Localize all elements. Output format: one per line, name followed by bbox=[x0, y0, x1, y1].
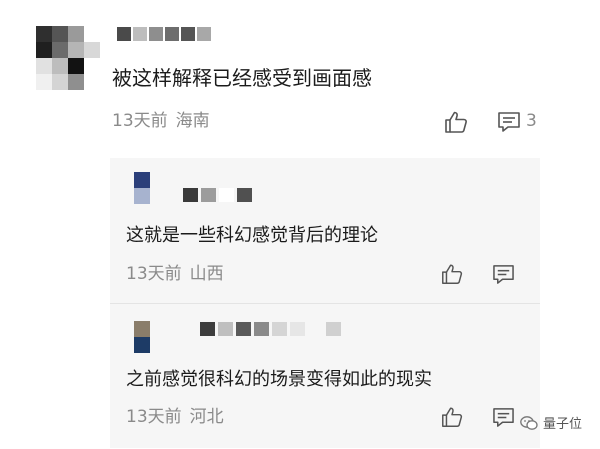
avatar-mosaic-cell bbox=[134, 188, 150, 204]
comment-meta: 13天前 海南 bbox=[112, 110, 210, 132]
avatar-mosaic-cell bbox=[36, 58, 52, 74]
name-mosaic-cell bbox=[308, 322, 323, 336]
avatar-mosaic-cell bbox=[36, 42, 52, 58]
comment-time: 13天前 bbox=[112, 111, 168, 131]
reply-text: 这就是一些科幻感觉背后的理论 bbox=[126, 225, 378, 246]
avatar-mosaic-cell bbox=[52, 42, 68, 58]
wechat-logo-icon bbox=[520, 415, 538, 430]
reply-user-name[interactable] bbox=[200, 322, 341, 336]
speech-bubble-icon[interactable] bbox=[492, 264, 515, 285]
speech-bubble-icon[interactable] bbox=[492, 407, 515, 428]
watermark-text: 量子位 bbox=[543, 417, 583, 432]
name-mosaic-cell bbox=[237, 188, 252, 202]
reply-avatar[interactable] bbox=[134, 172, 150, 204]
avatar-mosaic-cell bbox=[36, 26, 52, 42]
avatar-mosaic-cell bbox=[68, 74, 84, 90]
avatar-mosaic-cell bbox=[134, 337, 150, 353]
reply-meta: 13天前 河北 bbox=[126, 406, 224, 428]
name-mosaic-cell bbox=[181, 27, 195, 41]
avatar-mosaic-cell bbox=[84, 74, 100, 90]
name-mosaic-cell bbox=[219, 188, 234, 202]
reply-avatar[interactable] bbox=[134, 321, 150, 353]
name-mosaic-cell bbox=[272, 322, 287, 336]
avatar-mosaic-cell bbox=[134, 172, 150, 188]
commenter-avatar[interactable] bbox=[36, 26, 100, 90]
name-mosaic-cell bbox=[149, 27, 163, 41]
avatar-mosaic-cell bbox=[52, 26, 68, 42]
reply-location: 河北 bbox=[189, 407, 224, 427]
avatar-mosaic-cell bbox=[68, 58, 84, 74]
thumbs-up-icon[interactable] bbox=[440, 262, 464, 286]
name-mosaic-cell bbox=[254, 322, 269, 336]
reply-user-name[interactable] bbox=[183, 188, 252, 202]
name-mosaic-cell bbox=[200, 322, 215, 336]
name-mosaic-cell bbox=[236, 322, 251, 336]
avatar-mosaic-cell bbox=[84, 42, 100, 58]
avatar-mosaic-cell bbox=[68, 42, 84, 58]
reply-divider bbox=[110, 303, 540, 304]
name-mosaic-cell bbox=[290, 322, 305, 336]
name-mosaic-cell bbox=[201, 188, 216, 202]
name-mosaic-cell bbox=[218, 322, 233, 336]
reply-text: 之前感觉很科幻的场景变得如此的现实 bbox=[126, 369, 432, 390]
thumbs-up-icon[interactable] bbox=[440, 405, 464, 429]
reply-count[interactable]: 3 bbox=[526, 110, 537, 132]
name-mosaic-cell bbox=[117, 27, 131, 41]
avatar-mosaic-cell bbox=[84, 26, 100, 42]
avatar-mosaic-cell bbox=[84, 58, 100, 74]
name-mosaic-cell bbox=[133, 27, 147, 41]
watermark: 量子位 bbox=[520, 413, 582, 432]
name-mosaic-cell bbox=[197, 27, 211, 41]
reply-time: 13天前 bbox=[126, 264, 182, 284]
name-mosaic-cell bbox=[183, 188, 198, 202]
name-mosaic-cell bbox=[165, 27, 179, 41]
reply-location: 山西 bbox=[189, 264, 224, 284]
avatar-mosaic-cell bbox=[52, 74, 68, 90]
name-mosaic-cell bbox=[326, 322, 341, 336]
avatar-mosaic-cell bbox=[52, 58, 68, 74]
comment-location: 海南 bbox=[175, 111, 210, 131]
reply-time: 13天前 bbox=[126, 407, 182, 427]
avatar-mosaic-cell bbox=[68, 26, 84, 42]
speech-bubble-icon[interactable] bbox=[497, 111, 521, 133]
comment-text: 被这样解释已经感受到画面感 bbox=[112, 66, 372, 90]
avatar-mosaic-cell bbox=[134, 321, 150, 337]
thumbs-up-icon[interactable] bbox=[443, 109, 469, 135]
avatar-mosaic-cell bbox=[36, 74, 52, 90]
reply-meta: 13天前 山西 bbox=[126, 263, 224, 285]
commenter-name[interactable] bbox=[117, 27, 211, 41]
